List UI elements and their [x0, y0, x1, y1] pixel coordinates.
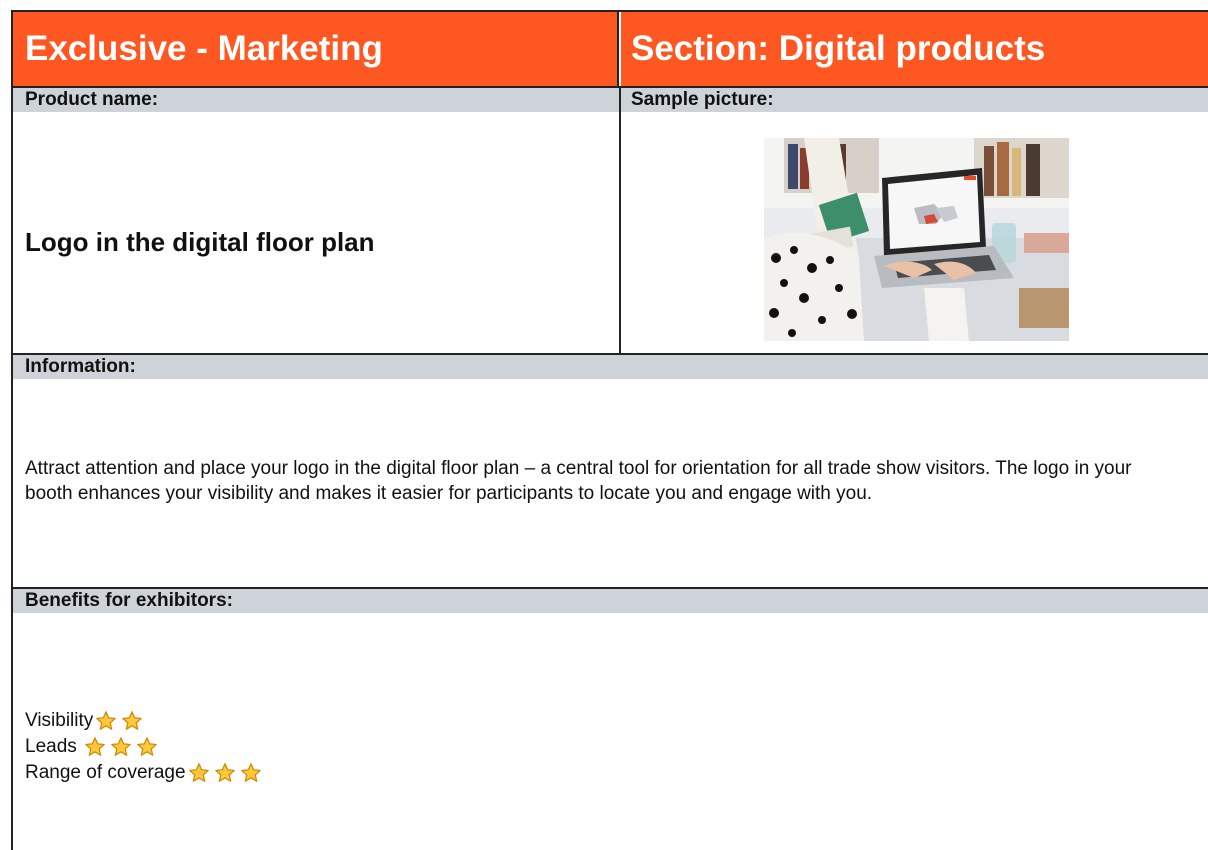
product-sheet: Exclusive - Marketing Section: Digital p…: [11, 10, 1208, 850]
star-rating: [95, 710, 143, 732]
star-icon: [188, 763, 209, 782]
benefit-label: Leads: [25, 736, 83, 757]
benefit-visibility: Visibility: [25, 709, 143, 733]
star-rating: [188, 762, 262, 784]
benefit-range-of-coverage: Range of coverage: [25, 761, 262, 785]
benefits-label: Benefits for exhibitors:: [13, 589, 1208, 613]
information-label: Information:: [13, 355, 1208, 379]
benefit-label: Range of coverage: [25, 762, 186, 783]
benefit-leads: Leads: [25, 735, 158, 759]
product-name: Logo in the digital floor plan: [25, 227, 375, 257]
star-icon: [137, 737, 157, 756]
star-icon: [85, 737, 105, 756]
star-icon: [122, 711, 143, 730]
header-left-title: Exclusive - Marketing: [13, 12, 619, 86]
star-icon: [240, 763, 261, 782]
sample-picture: [764, 138, 1069, 341]
information-text: Attract attention and place your logo in…: [25, 458, 1132, 504]
benefit-label: Visibility: [25, 710, 94, 731]
star-rating: [84, 736, 158, 758]
header-right-title: Section: Digital products: [621, 12, 1208, 86]
sample-picture-label: Sample picture:: [621, 88, 1208, 112]
star-icon: [111, 737, 131, 756]
product-name-label: Product name:: [13, 88, 619, 112]
star-icon: [96, 711, 117, 730]
star-icon: [214, 763, 235, 782]
column-divider: [619, 88, 621, 353]
